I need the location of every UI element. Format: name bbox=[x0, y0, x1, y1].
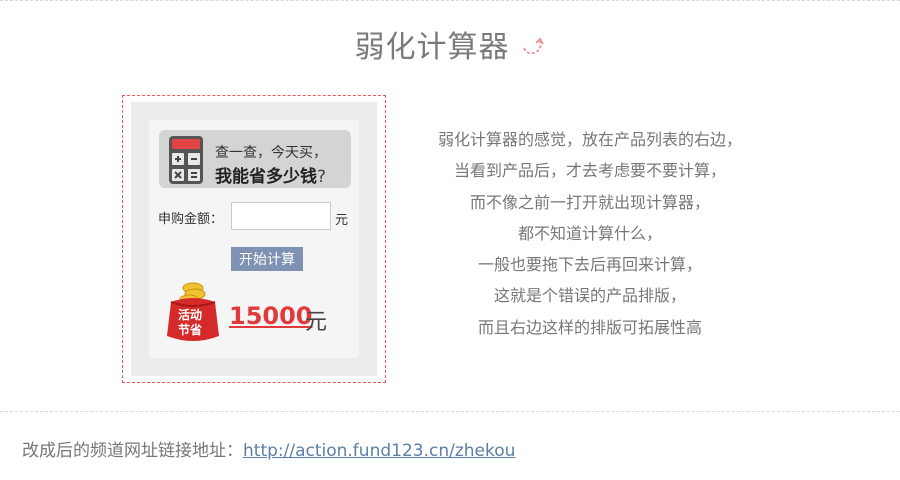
promo-banner: 查一查，今天买， 我能省多少钱? bbox=[159, 130, 351, 188]
calculator-widget-frame: 查一查，今天买， 我能省多少钱? 申购金额： 元 开始计算 活动 节省 1500… bbox=[122, 95, 386, 383]
promo-badge-line1: 活动 bbox=[177, 308, 202, 322]
calculator-panel: 查一查，今天买， 我能省多少钱? 申购金额： 元 开始计算 活动 节省 1500… bbox=[149, 120, 359, 358]
promo-text-line2: 我能省多少钱? bbox=[215, 162, 326, 187]
description-line: 一般也要拖下去后再回来计算， bbox=[477, 255, 702, 275]
promo-badge-line2: 节省 bbox=[177, 323, 202, 337]
calculator-icon bbox=[169, 136, 203, 184]
amount-label: 申购金额： bbox=[158, 212, 224, 227]
promo-text-line1: 查一查，今天买， bbox=[215, 145, 327, 161]
bottom-divider bbox=[0, 411, 900, 412]
promo-headline: 我能省多少钱 bbox=[215, 167, 317, 187]
calculator-widget: 查一查，今天买， 我能省多少钱? 申购金额： 元 开始计算 活动 节省 1500… bbox=[131, 102, 377, 376]
promo-badge-label: 活动 节省 bbox=[159, 308, 221, 338]
start-calculation-button[interactable]: 开始计算 bbox=[231, 247, 303, 271]
saving-amount: 15000 bbox=[229, 302, 313, 330]
description-line: 弱化计算器的感觉，放在产品列表的右边， bbox=[437, 130, 742, 149]
description-line: 这就是个错误的产品排版， bbox=[493, 286, 686, 306]
amount-unit: 元 bbox=[335, 213, 349, 228]
footer: 改成后的频道网址链接地址：http://action.fund123.cn/zh… bbox=[22, 436, 515, 461]
footer-label: 改成后的频道网址链接地址： bbox=[22, 441, 243, 461]
description-line: 当看到产品后，才去考虑要不要计算， bbox=[453, 161, 726, 181]
top-divider bbox=[0, 0, 900, 1]
description-line: 都不知道计算什么， bbox=[517, 223, 662, 243]
channel-url-link[interactable]: http://action.fund123.cn/zhekou bbox=[243, 441, 515, 461]
description: 弱化计算器的感觉，放在产品列表的右边， 当看到产品后，才去考虑要不要计算， 而不… bbox=[380, 124, 800, 343]
description-line: 而且右边这样的排版可拓展性高 bbox=[477, 317, 702, 337]
promo-question-mark: ? bbox=[317, 167, 327, 187]
saving-unit: 元 bbox=[305, 310, 328, 335]
curved-arrow-icon bbox=[520, 31, 546, 66]
description-line: 而不像之前一打开就出现计算器， bbox=[469, 192, 710, 212]
page-title: 弱化计算器 bbox=[0, 22, 900, 66]
page-title-text: 弱化计算器 bbox=[354, 30, 510, 65]
amount-input[interactable] bbox=[231, 202, 331, 230]
